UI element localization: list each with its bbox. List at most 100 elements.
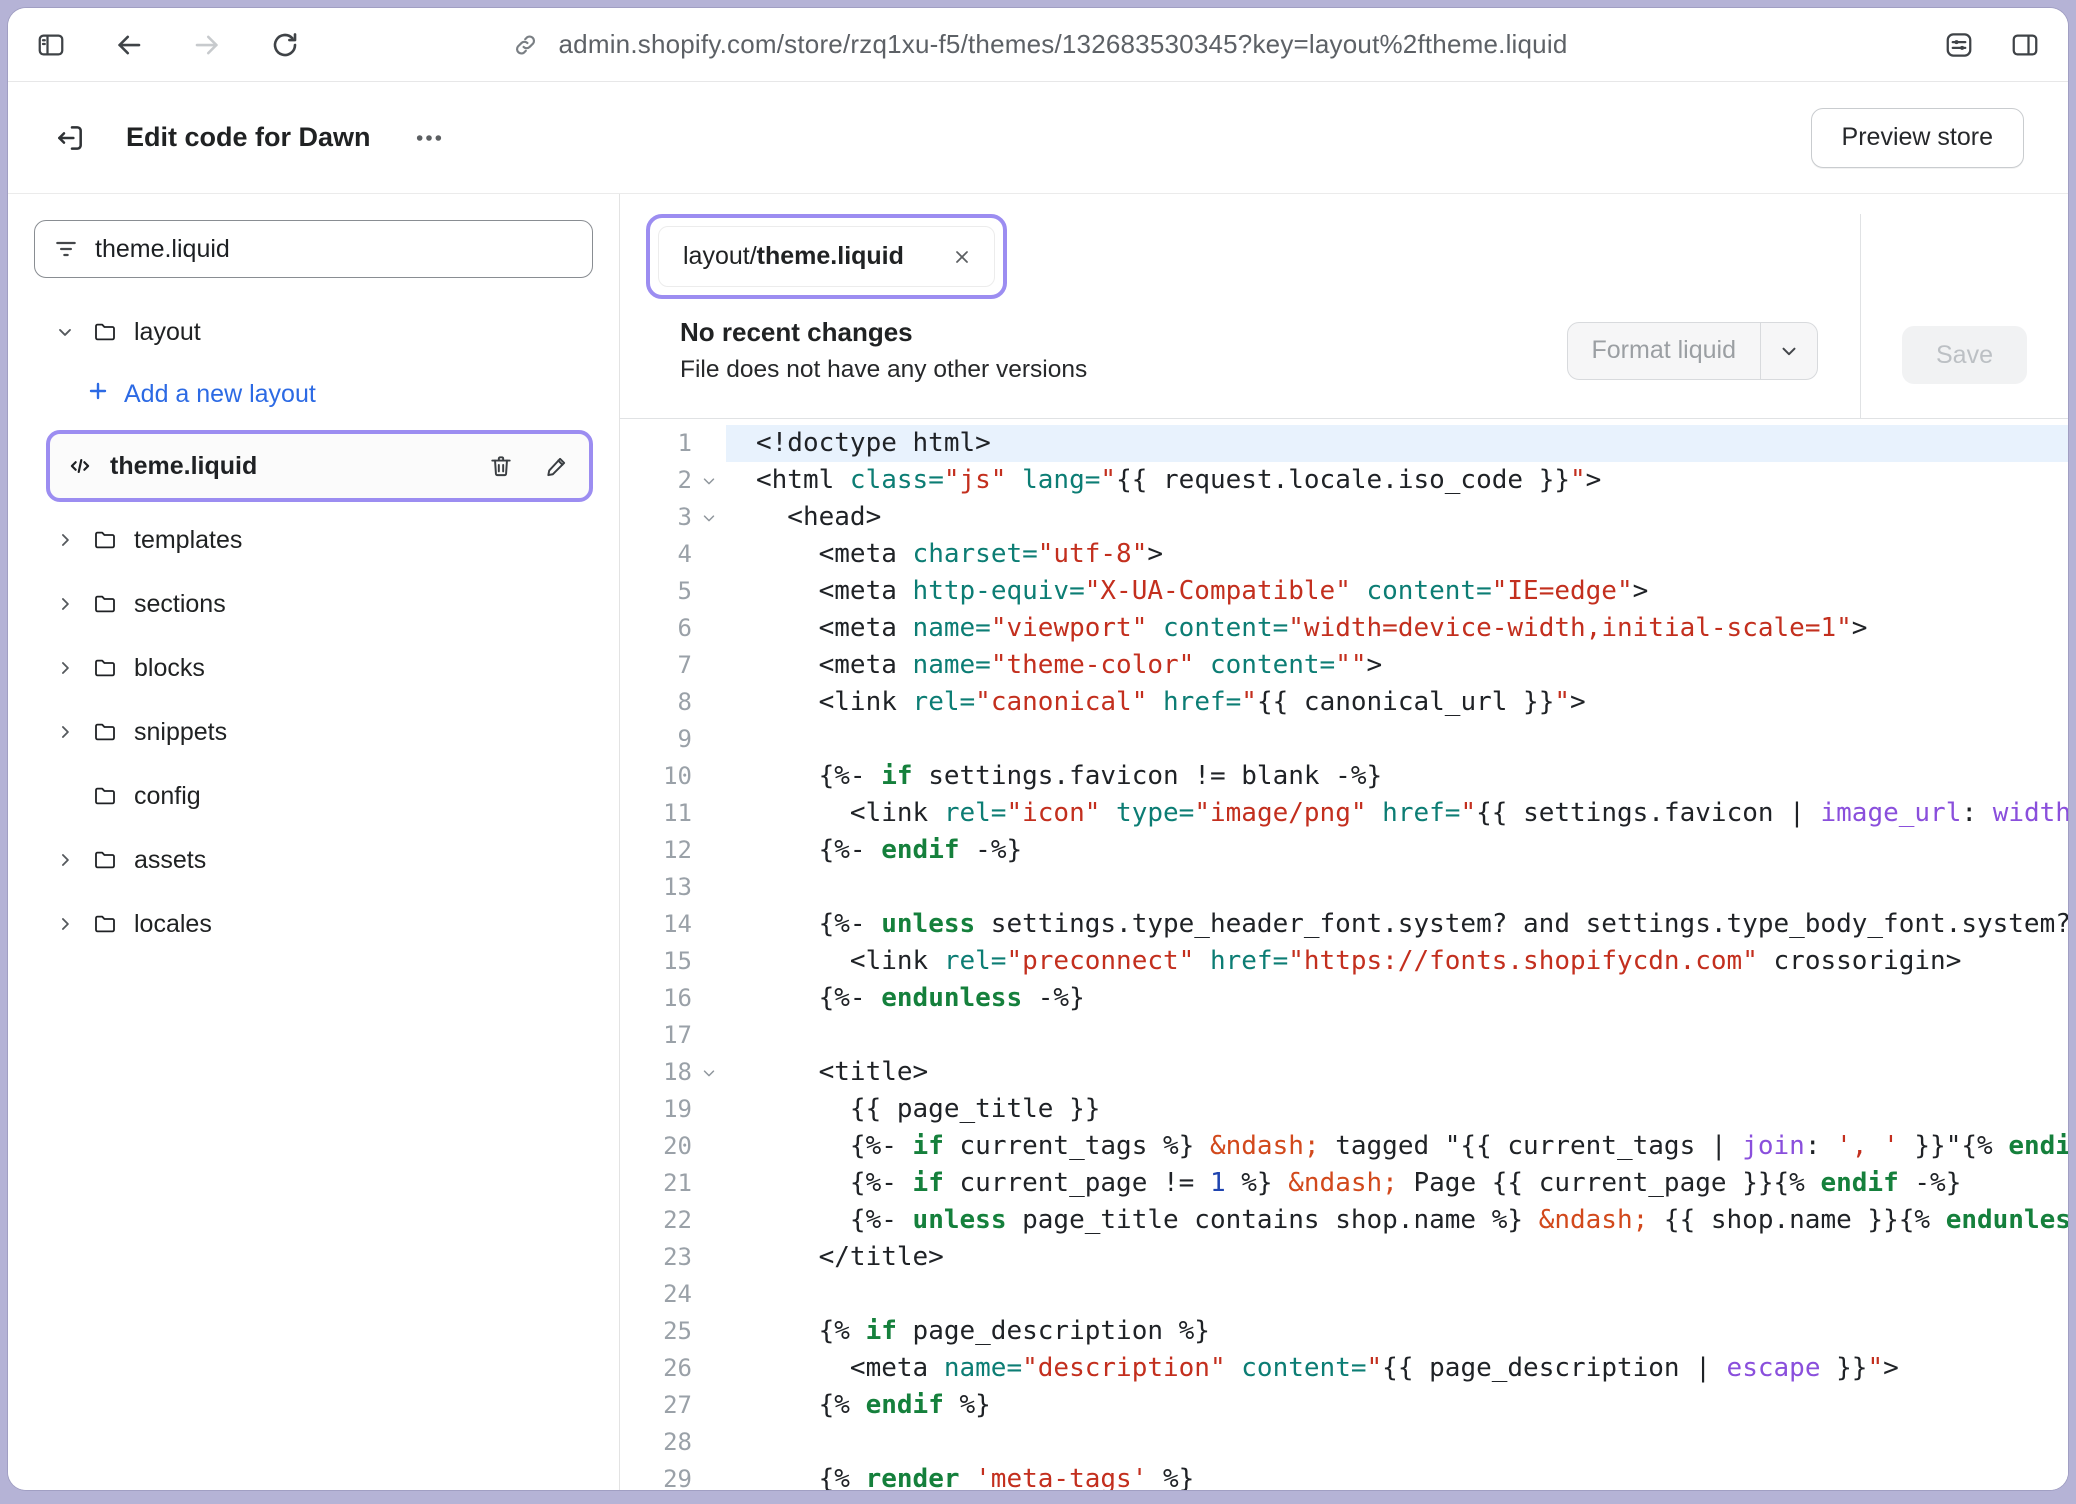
- chevron-right-icon[interactable]: [54, 594, 76, 614]
- editor-toolbar: No recent changes File does not have any…: [620, 299, 2068, 418]
- fold-marker-icon[interactable]: [692, 509, 726, 527]
- sidebar-item-assets[interactable]: assets: [34, 828, 593, 892]
- code-line[interactable]: [726, 721, 2068, 758]
- sidebar-toggle-icon[interactable]: [34, 28, 68, 62]
- code-line[interactable]: {%- unless page_title contains shop.name…: [726, 1202, 2068, 1239]
- url-text: admin.shopify.com/store/rzq1xu-f5/themes…: [559, 29, 1568, 60]
- line-number: 16: [620, 980, 692, 1017]
- code-editor[interactable]: 1234567891011121314151617181920212223242…: [620, 419, 2068, 1490]
- code-line[interactable]: {%- endunless -%}: [726, 980, 2068, 1017]
- line-number: 12: [620, 832, 692, 869]
- tab-prefix: layout/: [683, 242, 757, 270]
- close-icon[interactable]: [950, 245, 974, 269]
- code-line[interactable]: [726, 869, 2068, 906]
- gutter-row: 29: [620, 1461, 726, 1490]
- folder-icon: [92, 784, 118, 808]
- code-line[interactable]: </title>: [726, 1239, 2068, 1276]
- sidebar-item-blocks[interactable]: blocks: [34, 636, 593, 700]
- code-line[interactable]: <head>: [726, 499, 2068, 536]
- format-liquid-button[interactable]: Format liquid: [1567, 322, 1819, 380]
- editor-panel: layout/theme.liquid No recent changes Fi…: [620, 194, 2068, 1490]
- file-actions: [487, 452, 571, 480]
- chevron-right-icon[interactable]: [54, 722, 76, 742]
- code-line[interactable]: <!doctype html>: [726, 425, 2068, 462]
- line-number: 21: [620, 1165, 692, 1202]
- line-number: 17: [620, 1017, 692, 1054]
- fold-marker-icon[interactable]: [692, 1064, 726, 1082]
- sidebar-item-sections[interactable]: sections: [34, 572, 593, 636]
- sidebar-item-label: snippets: [134, 718, 227, 747]
- code-line[interactable]: [726, 1276, 2068, 1313]
- tab-theme-liquid[interactable]: layout/theme.liquid: [658, 226, 995, 287]
- gutter-row: 5: [620, 573, 726, 610]
- code-line[interactable]: {%- endif -%}: [726, 832, 2068, 869]
- chevron-right-icon[interactable]: [54, 658, 76, 678]
- chevron-right-icon[interactable]: [54, 530, 76, 550]
- code-line[interactable]: {%- if current_tags %} &ndash; tagged "{…: [726, 1128, 2068, 1165]
- search-input[interactable]: [95, 235, 574, 264]
- forward-icon[interactable]: [190, 28, 224, 62]
- plus-icon: [86, 379, 110, 410]
- code-line[interactable]: {% render 'meta-tags' %}: [726, 1461, 2068, 1490]
- gutter-row: 20: [620, 1128, 726, 1165]
- gutter-row: 22: [620, 1202, 726, 1239]
- line-number: 19: [620, 1091, 692, 1128]
- gutter-row: 24: [620, 1276, 726, 1313]
- save-zone: Save: [1860, 214, 2068, 418]
- editor-gutter: 1234567891011121314151617181920212223242…: [620, 425, 726, 1490]
- code-line[interactable]: {%- if settings.favicon != blank -%}: [726, 758, 2068, 795]
- sidebar-item-theme-liquid[interactable]: theme.liquid: [46, 430, 593, 502]
- page-settings-icon[interactable]: [1942, 28, 1976, 62]
- back-icon[interactable]: [112, 28, 146, 62]
- code-line[interactable]: <title>: [726, 1054, 2068, 1091]
- tab-bar: layout/theme.liquid: [620, 194, 2068, 299]
- code-line[interactable]: [726, 1424, 2068, 1461]
- fold-marker-icon[interactable]: [692, 472, 726, 490]
- code-line[interactable]: {%- unless settings.type_header_font.sys…: [726, 906, 2068, 943]
- code-line[interactable]: <meta name="description" content="{{ pag…: [726, 1350, 2068, 1387]
- chevron-right-icon[interactable]: [54, 914, 76, 934]
- exit-icon[interactable]: [52, 120, 88, 156]
- gutter-row: 11: [620, 795, 726, 832]
- chevron-right-icon[interactable]: [54, 850, 76, 870]
- sidebar-item-config[interactable]: config: [34, 764, 593, 828]
- folder-icon: [92, 592, 118, 616]
- address-bar[interactable]: admin.shopify.com/store/rzq1xu-f5/themes…: [509, 28, 1568, 62]
- chevron-down-icon[interactable]: [1761, 323, 1817, 379]
- more-menu-icon[interactable]: [411, 120, 447, 156]
- add-new-layout-button[interactable]: Add a new layout: [34, 364, 593, 424]
- file-search[interactable]: [34, 220, 593, 278]
- gutter-row: 1: [620, 425, 726, 462]
- editor-code[interactable]: <!doctype html><html class="js" lang="{{…: [726, 425, 2068, 1490]
- preview-store-button[interactable]: Preview store: [1811, 108, 2024, 168]
- code-line[interactable]: {% endif %}: [726, 1387, 2068, 1424]
- sidebar-item-layout[interactable]: layout: [34, 300, 593, 364]
- chevron-down-icon[interactable]: [54, 322, 76, 342]
- code-line[interactable]: {%- if current_page != 1 %} &ndash; Page…: [726, 1165, 2068, 1202]
- delete-icon[interactable]: [487, 452, 515, 480]
- code-line[interactable]: <html class="js" lang="{{ request.locale…: [726, 462, 2068, 499]
- sidebar-item-templates[interactable]: templates: [34, 508, 593, 572]
- code-line[interactable]: <link rel="canonical" href="{{ canonical…: [726, 684, 2068, 721]
- save-button[interactable]: Save: [1902, 326, 2027, 384]
- edit-icon[interactable]: [543, 452, 571, 480]
- sidebar-item-snippets[interactable]: snippets: [34, 700, 593, 764]
- code-line[interactable]: <link rel="preconnect" href="https://fon…: [726, 943, 2068, 980]
- code-line[interactable]: <meta name="theme-color" content="">: [726, 647, 2068, 684]
- code-line[interactable]: [726, 1017, 2068, 1054]
- reload-icon[interactable]: [268, 28, 302, 62]
- code-line[interactable]: <meta http-equiv="X-UA-Compatible" conte…: [726, 573, 2068, 610]
- split-view-icon[interactable]: [2008, 28, 2042, 62]
- code-line[interactable]: <link rel="icon" type="image/png" href="…: [726, 795, 2068, 832]
- sidebar-item-locales[interactable]: locales: [34, 892, 593, 956]
- code-line[interactable]: <meta charset="utf-8">: [726, 536, 2068, 573]
- code-line[interactable]: <meta name="viewport" content="width=dev…: [726, 610, 2068, 647]
- line-number: 4: [620, 536, 692, 573]
- code-line[interactable]: {% if page_description %}: [726, 1313, 2068, 1350]
- line-number: 9: [620, 721, 692, 758]
- gutter-row: 28: [620, 1424, 726, 1461]
- version-status: No recent changes File does not have any…: [680, 317, 1087, 384]
- code-line[interactable]: {{ page_title }}: [726, 1091, 2068, 1128]
- tab-name: theme.liquid: [757, 242, 904, 270]
- browser-nav-controls: [34, 28, 302, 62]
